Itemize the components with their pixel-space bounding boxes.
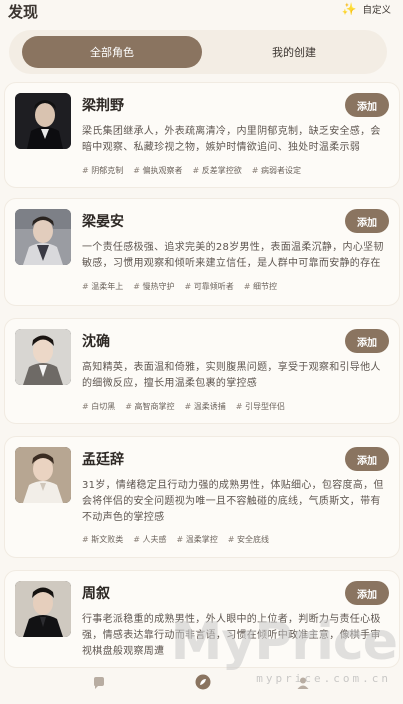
tag: 人夫感 [133, 534, 167, 545]
tag-list: 白切黑 高智商掌控 温柔诱捕 引导型伴侣 [82, 401, 391, 412]
tab-all-characters[interactable]: 全部角色 [22, 36, 202, 68]
character-avatar [15, 209, 71, 265]
add-button[interactable]: 添加 [345, 329, 389, 353]
character-card[interactable]: 沈确 添加 高知精英，表面温和倚雅，实则腹黑问题，享受于观察和引导他人的细微反应… [4, 318, 400, 424]
page-title: 发现 [8, 3, 39, 21]
character-card[interactable]: 梁荆野 添加 梁氏集团继承人，外表疏离清冷，内里阴郁克制，缺乏安全感，会暗中观察… [4, 82, 400, 188]
chat-icon[interactable] [92, 676, 106, 690]
discover-icon[interactable] [195, 674, 211, 690]
bottom-nav [0, 668, 403, 704]
tag: 温柔掌控 [177, 534, 218, 545]
tag: 温柔诱捕 [185, 401, 226, 412]
header: 发现 ✨ 自定义 [0, 0, 403, 24]
tag-list: 阴郁克制 偏执观察者 反差掌控欲 病弱者设定 [82, 165, 391, 176]
tag: 反差掌控欲 [193, 165, 242, 176]
tag: 可靠倾听者 [185, 281, 234, 292]
character-avatar [15, 329, 71, 385]
character-name: 梁晏安 [82, 214, 124, 230]
character-name: 孟廷辞 [82, 452, 124, 468]
tag: 病弱者设定 [252, 165, 301, 176]
tag: 引导型伴侣 [236, 401, 285, 412]
character-description: 一个责任感极强、追求完美的28岁男性，表面温柔沉静，内心坚韧敏感，习惯用观察和倾… [82, 242, 384, 269]
tag: 安全底线 [228, 534, 269, 545]
profile-icon[interactable] [296, 676, 310, 690]
add-button[interactable]: 添加 [345, 447, 389, 471]
character-name: 沈确 [82, 334, 110, 350]
tag: 偏执观察者 [133, 165, 183, 176]
sparkle-icon: ✨ [341, 2, 357, 16]
tag: 白切黑 [82, 401, 115, 412]
character-description: 梁氏集团继承人，外表疏离清冷，内里阴郁克制，缺乏安全感，会暗中观察、私藏珍视之物… [82, 126, 381, 153]
add-button[interactable]: 添加 [345, 93, 389, 117]
tag-list: 斯文败类 人夫感 温柔掌控 安全底线 [82, 534, 391, 545]
tab-my-creations[interactable]: 我的创建 [209, 36, 379, 68]
add-button[interactable]: 添加 [345, 209, 389, 233]
character-description: 31岁，情绪稳定且行动力强的成熟男性，体贴细心，包容度高，但会将伴侣的安全问题视… [82, 480, 384, 523]
tag: 温柔年上 [82, 281, 123, 292]
customize-label: 自定义 [362, 5, 391, 16]
character-name: 梁荆野 [82, 98, 124, 114]
tag: 慢热守护 [133, 281, 175, 292]
tag: 高智商掌控 [125, 401, 175, 412]
character-description: 高知精英，表面温和倚雅，实则腹黑问题，享受于观察和引导他人的细微反应，擅长用温柔… [82, 362, 381, 389]
tag: 斯文败类 [82, 534, 123, 545]
tag-list: 温柔年上 慢热守护 可靠倾听者 细节控 [82, 281, 391, 292]
character-card[interactable]: 周叙 添加 行事老派稳重的成熟男性，外人眼中的上位者，判断力与责任心极强，情感表… [4, 570, 400, 668]
character-description: 行事老派稳重的成熟男性，外人眼中的上位者，判断力与责任心极强，情感表达靠行动而非… [82, 614, 381, 657]
character-avatar [15, 447, 71, 503]
tag: 阴郁克制 [82, 165, 123, 176]
character-avatar [15, 581, 71, 637]
add-button[interactable]: 添加 [345, 581, 389, 605]
character-card[interactable]: 孟廷辞 添加 31岁，情绪稳定且行动力强的成熟男性，体贴细心，包容度高，但会将伴… [4, 436, 400, 558]
customize-button[interactable]: ✨ 自定义 [342, 2, 391, 16]
character-card[interactable]: 梁晏安 添加 一个责任感极强、追求完美的28岁男性，表面温柔沉静，内心坚韧敏感，… [4, 198, 400, 306]
character-name: 周叙 [82, 586, 110, 602]
tab-bar: 全部角色 我的创建 [9, 30, 387, 74]
character-avatar [15, 93, 71, 149]
tag: 细节控 [244, 281, 277, 292]
